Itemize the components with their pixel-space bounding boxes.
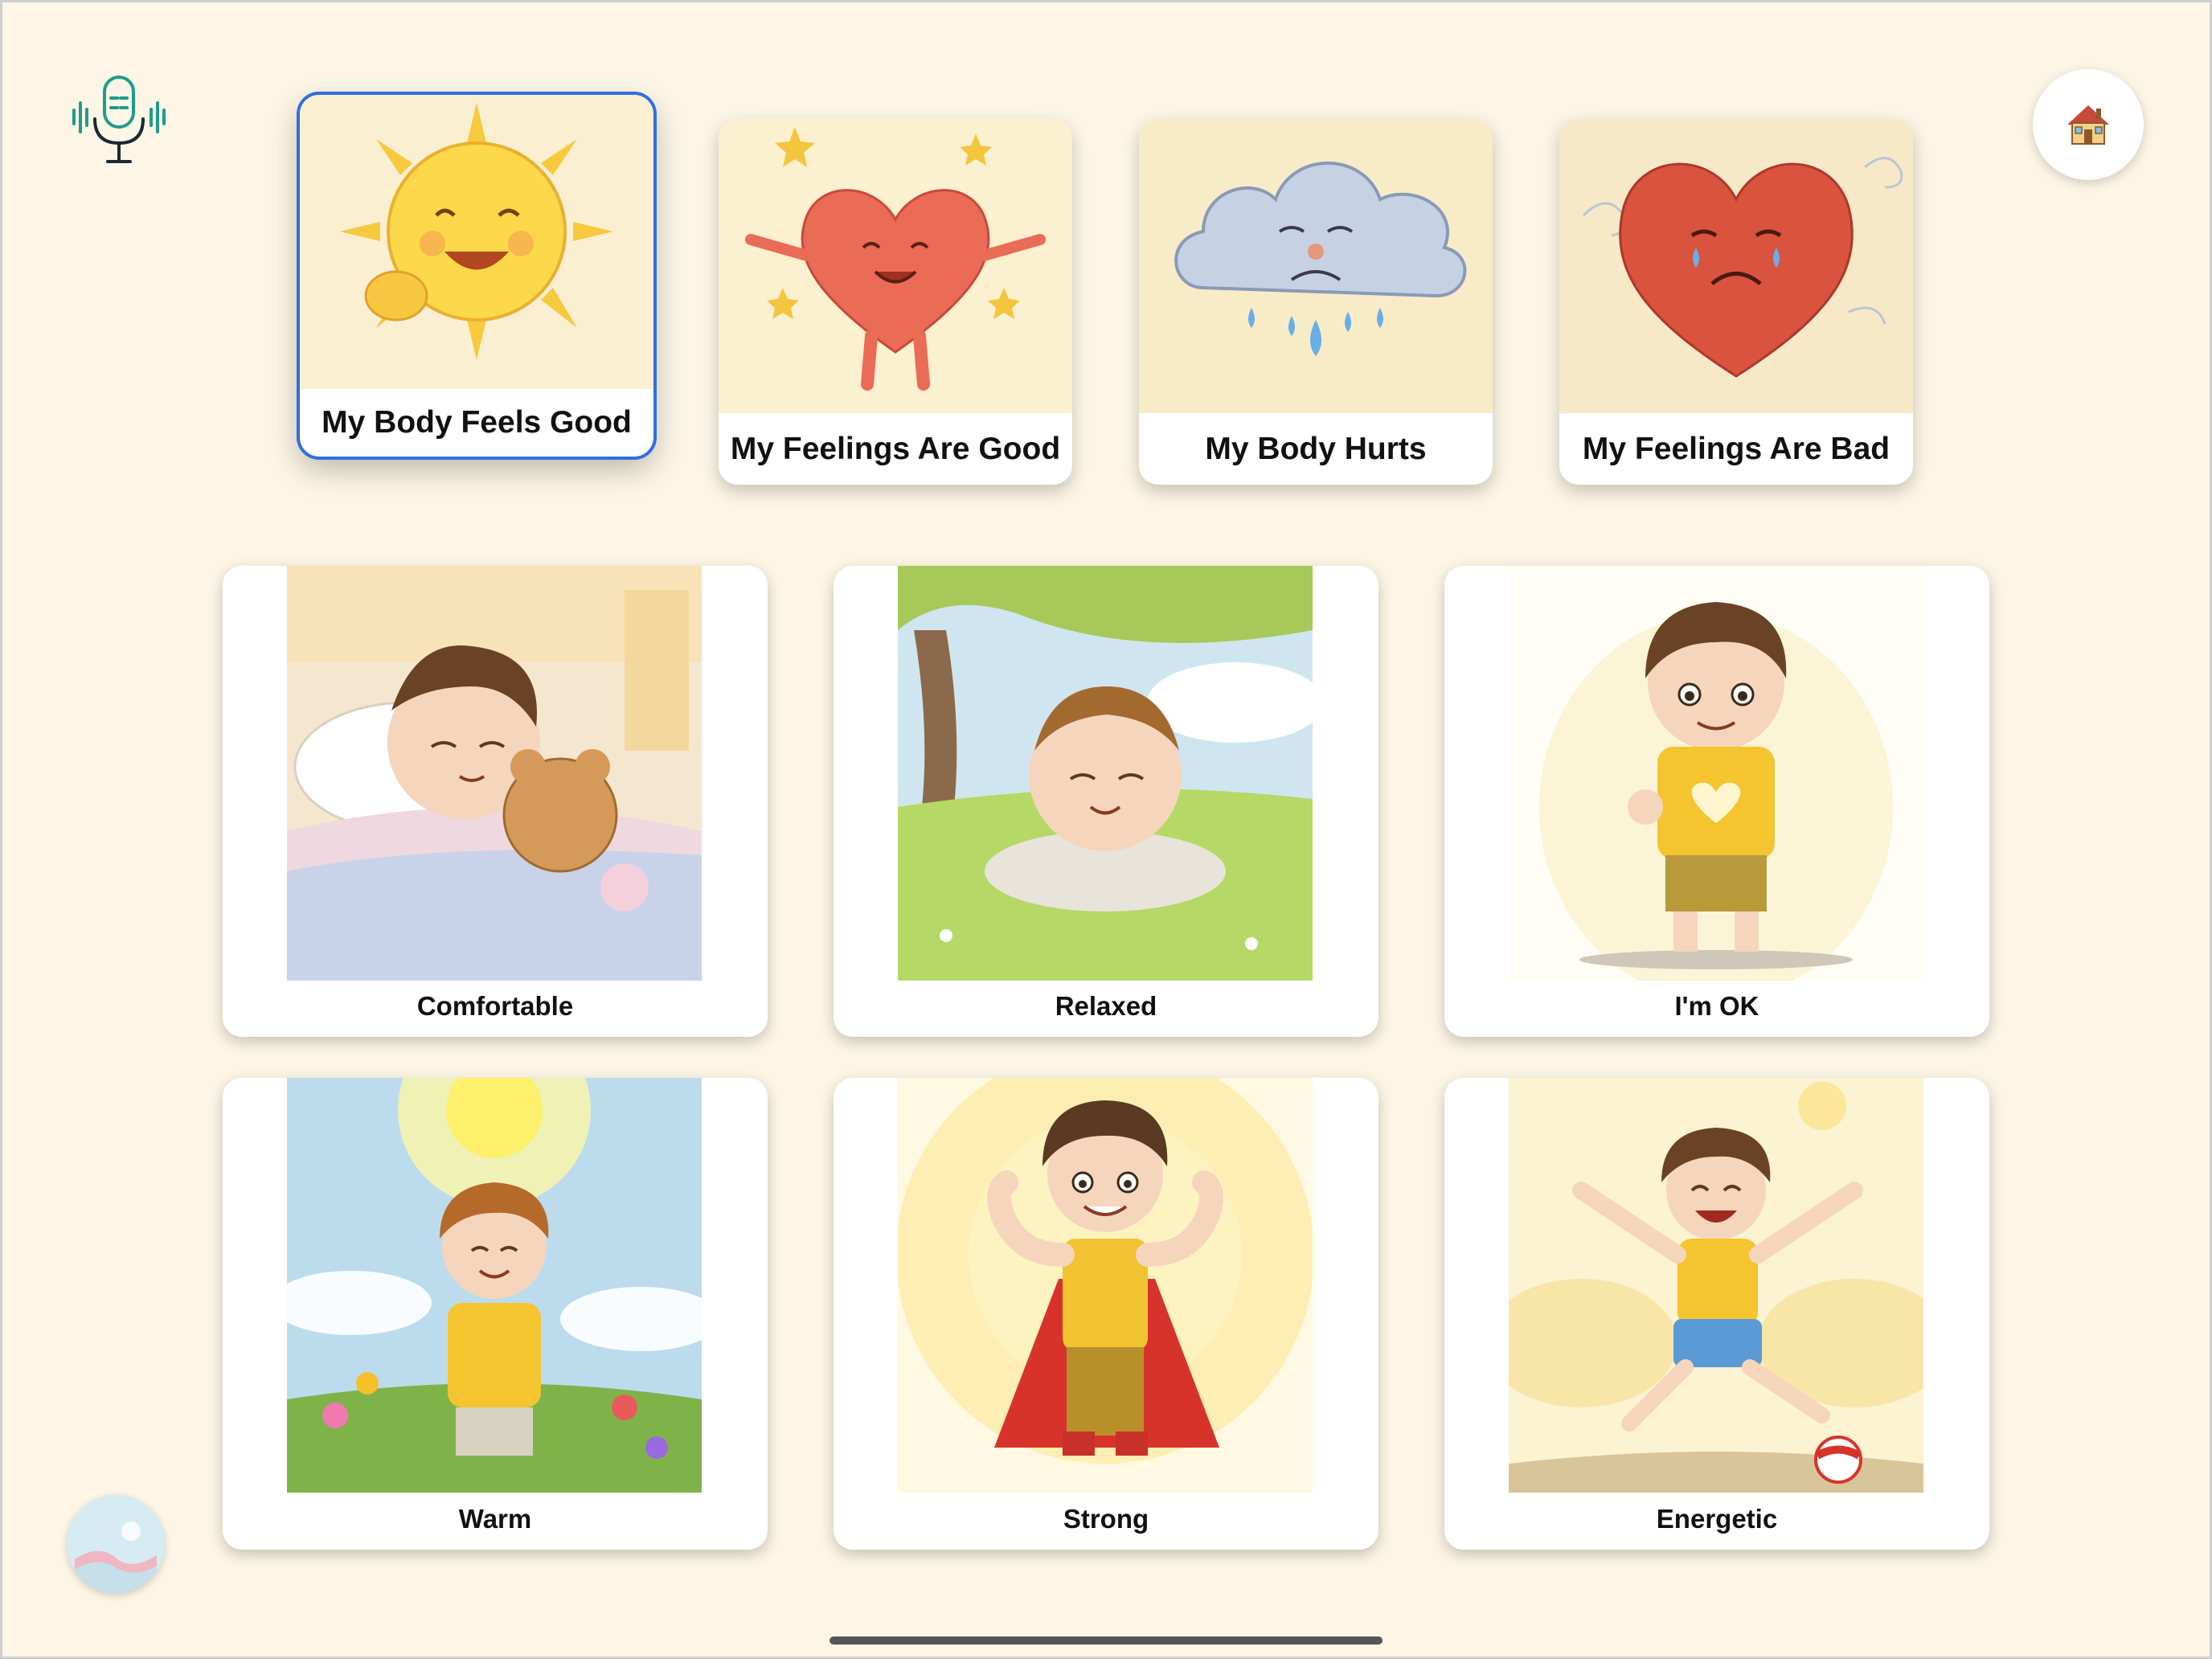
relaxed-child-illustration [898, 566, 1313, 981]
sad-heart-icon [1559, 119, 1913, 413]
feeling-card-energetic[interactable]: Energetic [1444, 1078, 1989, 1550]
category-card-body-feels-good[interactable]: My Body Feels Good [297, 92, 657, 460]
category-label: My Body Feels Good [322, 405, 632, 440]
microphone-icon [72, 76, 166, 163]
app-logo-icon [67, 1495, 165, 1593]
category-label: My Body Hurts [1205, 431, 1427, 466]
feeling-label: Relaxed [1055, 991, 1157, 1021]
smiling-sun-icon [300, 95, 653, 389]
feeling-card-im-ok[interactable]: I'm OK [1444, 566, 1989, 1037]
feeling-label: Warm [458, 1504, 532, 1534]
feeling-card-relaxed[interactable]: Relaxed [834, 566, 1378, 1037]
category-card-body-hurts[interactable]: My Body Hurts [1139, 119, 1493, 485]
microphone-button[interactable] [71, 74, 167, 166]
home-button[interactable] [2033, 69, 2144, 180]
sleeping-child-illustration [287, 566, 702, 981]
feeling-label: Energetic [1656, 1504, 1778, 1534]
feeling-card-warm[interactable]: Warm [223, 1078, 768, 1550]
feeling-card-comfortable[interactable]: Comfortable [223, 566, 768, 1037]
happy-heart-icon [719, 119, 1072, 413]
thumbs-up-child-illustration [1509, 566, 1923, 981]
home-indicator[interactable] [830, 1636, 1382, 1645]
house-icon [2067, 105, 2109, 145]
category-label: My Feelings Are Good [730, 431, 1061, 466]
jumping-child-illustration [1509, 1078, 1923, 1493]
feeling-label: Comfortable [416, 991, 574, 1021]
feeling-label: Strong [1063, 1504, 1149, 1534]
category-card-feelings-bad[interactable]: My Feelings Are Bad [1559, 119, 1913, 485]
app-logo[interactable] [67, 1495, 165, 1593]
sunny-child-illustration [287, 1078, 702, 1493]
crying-cloud-icon [1139, 119, 1493, 413]
category-label: My Feelings Are Bad [1582, 431, 1890, 466]
category-card-feelings-good[interactable]: My Feelings Are Good [719, 119, 1072, 485]
superhero-child-illustration [898, 1078, 1313, 1493]
feeling-card-strong[interactable]: Strong [834, 1078, 1378, 1550]
feeling-label: I'm OK [1674, 991, 1759, 1021]
